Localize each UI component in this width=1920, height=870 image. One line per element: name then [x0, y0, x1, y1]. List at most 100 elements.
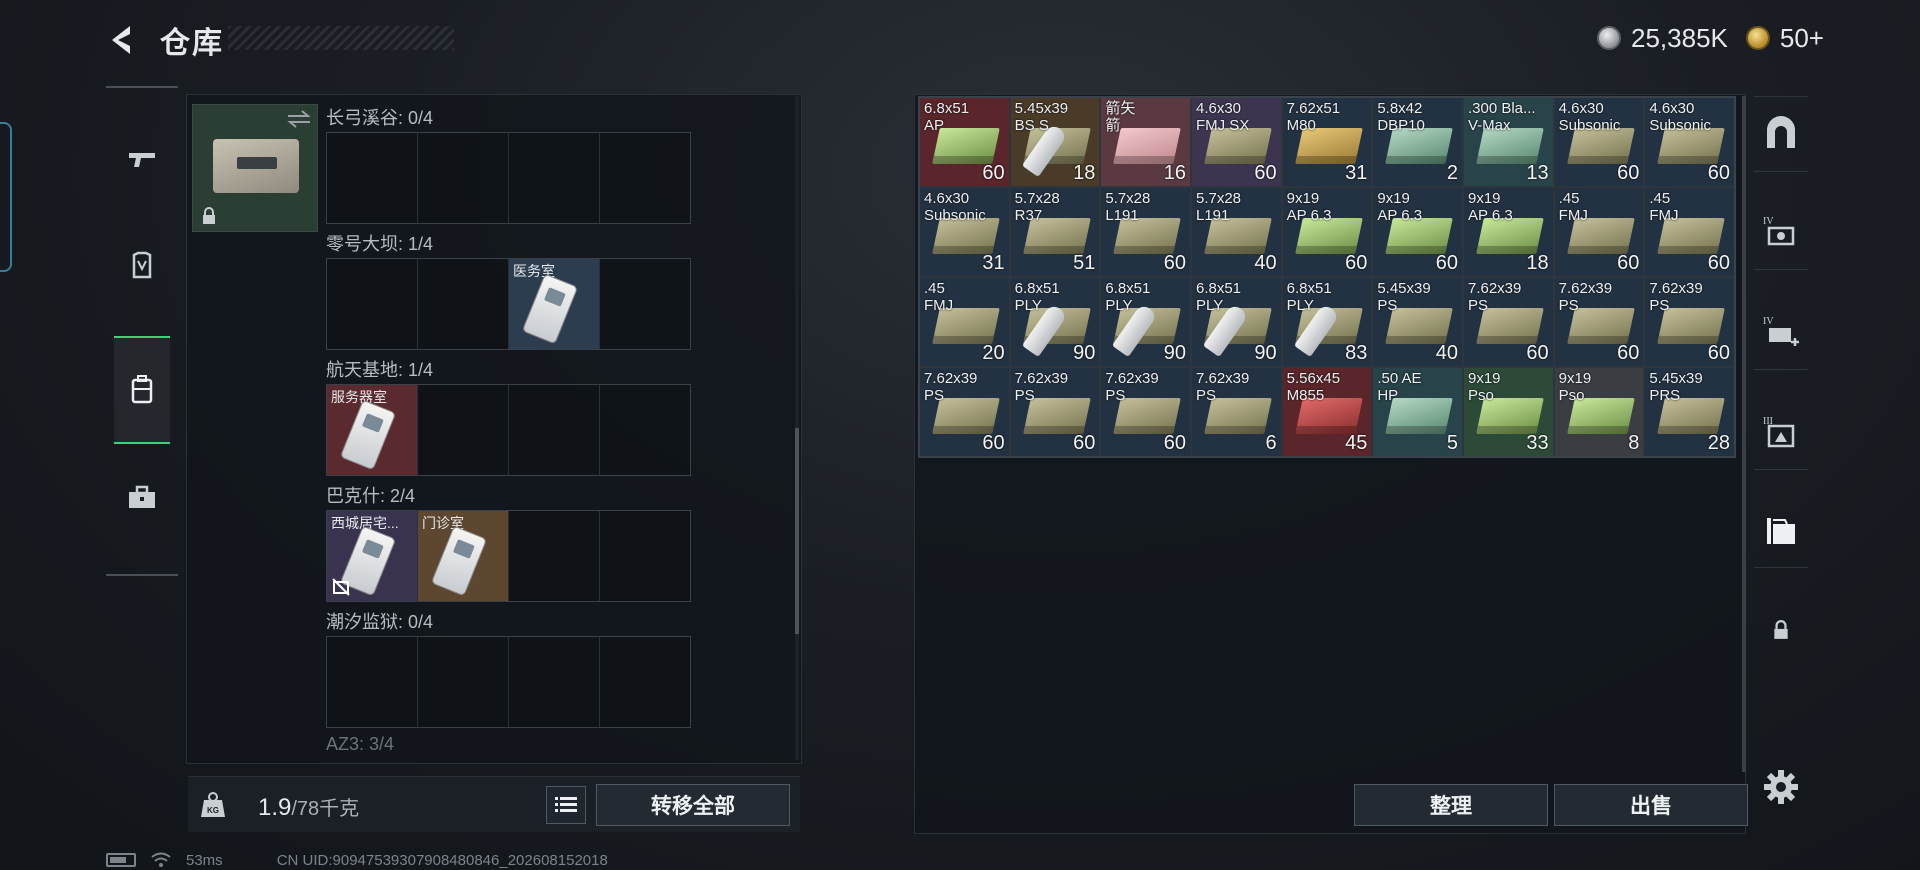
key-slot[interactable] — [509, 637, 600, 727]
stash-item[interactable]: .50 AE HP 5 — [1373, 368, 1462, 456]
stash-item[interactable]: 5.56x45 M855 45 — [1282, 368, 1372, 456]
key-name: 服务器室 — [331, 389, 387, 405]
key-slot-row: 西城居宅... 门诊室 — [326, 510, 691, 602]
stash-item[interactable]: 5.7x28 L191 40 — [1191, 188, 1281, 276]
stash-item[interactable]: 5.8x42 DBP10 2 — [1373, 98, 1462, 186]
key-slot[interactable] — [509, 511, 600, 601]
key-slot[interactable] — [418, 385, 509, 475]
stash-item[interactable]: 5.45x39 PRS 28 — [1645, 368, 1734, 456]
stash-item[interactable]: .45 FMJ 60 — [1554, 188, 1644, 276]
stash-item[interactable]: 6.8x51 PLY 90 — [1191, 278, 1281, 366]
key-card-slot[interactable]: 门诊室 — [418, 511, 509, 601]
stash-item[interactable]: 箭矢 箭 16 — [1101, 98, 1190, 186]
keycase-scroll-thumb[interactable] — [795, 428, 799, 634]
keycard-icon — [340, 400, 396, 470]
title-decoration — [228, 26, 454, 50]
stash-item[interactable]: 7.62x39 PS 60 — [1101, 368, 1190, 456]
stash-item[interactable]: 6.8x51 PLY 90 — [1101, 278, 1190, 366]
keycard-icon — [431, 526, 487, 596]
item-name: 5.45x39 BS S — [1014, 100, 1069, 134]
key-slot[interactable] — [600, 511, 690, 601]
key-slot[interactable] — [418, 637, 509, 727]
key-slot[interactable] — [327, 637, 418, 727]
item-count: 6 — [1265, 432, 1277, 454]
stash-item[interactable]: 7.62x39 PS 60 — [1463, 278, 1553, 366]
stash-item[interactable]: 7.62x51 M80 31 — [1282, 98, 1372, 186]
stash-item[interactable]: 6.8x51 AP 60 — [920, 98, 1009, 186]
tab-stash-home[interactable] — [1754, 96, 1808, 172]
key-slot[interactable] — [600, 637, 690, 727]
tab-tier-iv-a[interactable]: IV — [1754, 194, 1808, 270]
transfer-all-button[interactable]: 转移全部 — [596, 784, 790, 826]
stash-item[interactable]: 6.8x51 PLY 83 — [1282, 278, 1372, 366]
gold-coin-icon — [1745, 26, 1770, 50]
category-weapons[interactable] — [114, 104, 170, 212]
list-icon — [555, 797, 577, 812]
stash-item[interactable]: 5.45x39 BS S 18 — [1010, 98, 1100, 186]
wifi-icon — [151, 852, 171, 867]
stash-item[interactable]: .300 Bla... V-Max 13 — [1463, 98, 1553, 186]
key-slot[interactable] — [509, 133, 600, 223]
key-slot[interactable] — [418, 133, 509, 223]
stash-item[interactable]: 9x19 Pso 33 — [1463, 368, 1553, 456]
key-card-slot[interactable]: 医务室 — [509, 259, 600, 349]
item-name: 6.8x51 AP — [924, 100, 970, 134]
gold-amount[interactable]: 50+ — [1780, 23, 1824, 54]
key-slot[interactable] — [600, 385, 690, 475]
tier-iv-add-icon: IV — [1763, 316, 1799, 346]
settings-gear-icon[interactable] — [1762, 768, 1800, 806]
tab-locked[interactable] — [1754, 592, 1808, 668]
stash-item[interactable]: 4.6x30 Subsonic 31 — [920, 188, 1009, 276]
stash-item[interactable]: 4.6x30 Subsonic 60 — [1645, 98, 1734, 186]
stash-item[interactable]: 7.62x39 PS 60 — [1010, 368, 1100, 456]
stash-item[interactable]: 6.8x51 PLY 90 — [1010, 278, 1100, 366]
lock-icon — [203, 207, 215, 224]
swap-icon[interactable] — [286, 108, 312, 130]
back-arrow-icon[interactable] — [104, 22, 144, 58]
stash-item[interactable]: 5.7x28 R37 51 — [1010, 188, 1100, 276]
stash-item[interactable]: 9x19 AP 6.3 60 — [1373, 188, 1462, 276]
edge-tab[interactable] — [0, 122, 12, 272]
key-slot[interactable] — [327, 259, 418, 349]
item-name: 5.8x42 DBP10 — [1377, 100, 1425, 134]
stash-item[interactable]: 9x19 Pso 8 — [1554, 368, 1644, 456]
tab-tier-iv-b[interactable]: IV — [1754, 294, 1808, 370]
key-card-slot[interactable]: 服务器室 — [327, 385, 418, 475]
stash-item[interactable]: 5.7x28 L191 60 — [1101, 188, 1190, 276]
stash-item[interactable]: 5.45x39 PS 40 — [1373, 278, 1462, 366]
stash-item[interactable]: 9x19 AP 6.3 60 — [1282, 188, 1372, 276]
stash-item[interactable]: .45 FMJ 20 — [920, 278, 1009, 366]
stash-item[interactable]: 4.6x30 FMJ SX 60 — [1191, 98, 1281, 186]
key-slot[interactable] — [509, 385, 600, 475]
key-slot[interactable] — [418, 259, 509, 349]
item-count: 60 — [1163, 432, 1186, 454]
stash-item[interactable]: 4.6x30 Subsonic 60 — [1554, 98, 1644, 186]
category-equipment[interactable] — [114, 212, 170, 320]
item-count: 60 — [1163, 252, 1186, 274]
silver-coin-icon — [1597, 26, 1622, 50]
stash-item[interactable]: 7.62x39 PS 6 — [1191, 368, 1281, 456]
item-name: 7.62x51 M80 — [1286, 100, 1341, 134]
status-bar: 53ms CN UID:9094753930790848084​6_202608… — [106, 850, 608, 870]
item-name: 5.45x39 PRS — [1649, 370, 1703, 404]
stash-item[interactable]: 9x19 AP 6.3 18 — [1463, 188, 1553, 276]
category-containers[interactable] — [114, 336, 170, 444]
category-toolkit[interactable] — [114, 444, 170, 552]
item-count: 40 — [1254, 252, 1277, 274]
stash-item[interactable]: 7.62x39 PS 60 — [1645, 278, 1734, 366]
key-slot[interactable] — [600, 259, 690, 349]
stash-scrollbar[interactable] — [1742, 96, 1746, 772]
item-count: 90 — [1163, 342, 1186, 364]
key-slot[interactable] — [327, 133, 418, 223]
tab-tier-iii[interactable]: III — [1754, 394, 1808, 470]
sell-button[interactable]: 出售 — [1554, 784, 1748, 826]
key-slot[interactable] — [600, 133, 690, 223]
stash-item[interactable]: .45 FMJ 60 — [1645, 188, 1734, 276]
tidy-button[interactable]: 整理 — [1354, 784, 1548, 826]
tab-sub-stash[interactable] — [1754, 492, 1808, 568]
key-card-slot[interactable]: 西城居宅... — [327, 511, 418, 601]
stash-item[interactable]: 7.62x39 PS 60 — [1554, 278, 1644, 366]
stash-item[interactable]: 7.62x39 PS 60 — [920, 368, 1009, 456]
list-view-button[interactable] — [546, 786, 586, 824]
silver-amount: 25,385K — [1631, 22, 1728, 53]
